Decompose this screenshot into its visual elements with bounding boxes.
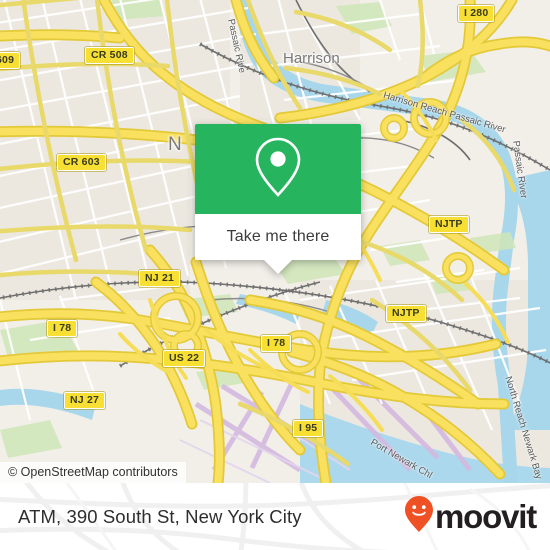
take-me-there-label: Take me there <box>226 228 330 245</box>
popup-pin-area <box>195 124 361 214</box>
place-label-newark: N <box>168 134 182 155</box>
moovit-wordmark: moovit <box>435 498 537 535</box>
osm-attribution[interactable]: © OpenStreetMap contributors <box>0 462 186 483</box>
shield-i-280[interactable]: I 280 <box>458 5 495 22</box>
take-me-there-popup[interactable]: Take me there <box>195 124 361 274</box>
shield-cr-603[interactable]: CR 603 <box>57 154 106 171</box>
shield-i-95[interactable]: I 95 <box>293 420 324 437</box>
map-screenshot: 609 CR 508 I 280 CR 603 NJTP NJ 21 NJTP … <box>0 0 550 550</box>
moovit-smiley-pin-icon <box>404 495 434 538</box>
shield-cr-609[interactable]: 609 <box>0 52 21 69</box>
shield-nj-21[interactable]: NJ 21 <box>139 270 181 287</box>
place-label-harrison: Harrison <box>283 50 340 67</box>
take-me-there-button[interactable]: Take me there <box>195 214 361 260</box>
location-pin-icon <box>252 136 304 203</box>
shield-us-22[interactable]: US 22 <box>163 350 206 367</box>
shield-njtp-1[interactable]: NJTP <box>429 216 469 233</box>
shield-nj-27[interactable]: NJ 27 <box>64 392 106 409</box>
moovit-logo[interactable]: moovit <box>404 495 537 538</box>
shield-i-78-b[interactable]: I 78 <box>261 335 292 352</box>
shield-cr-508[interactable]: CR 508 <box>85 47 134 64</box>
popup-pointer <box>264 260 292 274</box>
location-title: ATM, 390 South St, New York City <box>18 505 302 527</box>
shield-njtp-2[interactable]: NJTP <box>386 305 426 322</box>
shield-i-78-a[interactable]: I 78 <box>47 320 78 337</box>
map-viewport[interactable]: 609 CR 508 I 280 CR 603 NJTP NJ 21 NJTP … <box>0 0 550 483</box>
footer-bar: ATM, 390 South St, New York City moovit <box>0 483 550 550</box>
